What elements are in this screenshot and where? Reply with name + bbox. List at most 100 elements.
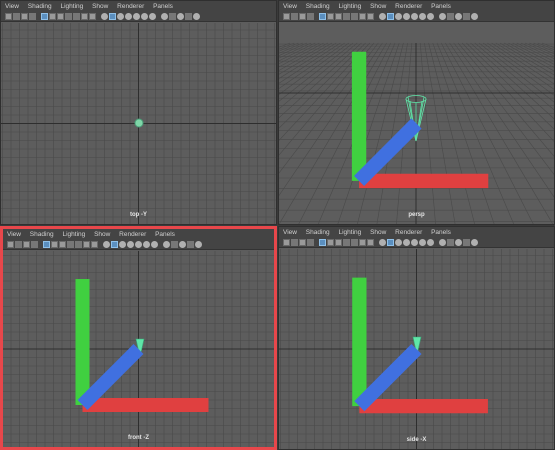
menu-lighting[interactable]: Lighting [62, 231, 85, 238]
camera-icon[interactable] [283, 13, 290, 20]
camera-icon[interactable] [5, 13, 12, 20]
film-gate-icon[interactable] [49, 13, 56, 20]
anti-alias-icon[interactable] [185, 13, 192, 20]
default-material-icon[interactable] [395, 239, 402, 246]
resolution-gate-icon[interactable] [335, 13, 342, 20]
gate-mask-icon[interactable] [65, 13, 72, 20]
isolate-icon[interactable] [439, 239, 446, 246]
xray-icon[interactable] [149, 13, 156, 20]
screen-space-ao-icon[interactable] [447, 239, 454, 246]
bookmark-icon[interactable] [21, 13, 28, 20]
wireframe-icon[interactable] [101, 13, 108, 20]
grid-icon[interactable] [41, 13, 48, 20]
screen-space-ao-icon[interactable] [169, 13, 176, 20]
menu-show[interactable]: Show [370, 3, 386, 10]
safe-action-icon[interactable] [81, 13, 88, 20]
menu-renderer[interactable]: Renderer [119, 231, 146, 238]
field-chart-icon[interactable] [75, 241, 82, 248]
depth-of-field-icon[interactable] [193, 13, 200, 20]
shadows-icon[interactable] [419, 239, 426, 246]
panel-front[interactable]: View Shading Lighting Show Renderer Pane… [0, 226, 277, 450]
isolate-icon[interactable] [439, 13, 446, 20]
grid-icon[interactable] [319, 239, 326, 246]
menu-renderer[interactable]: Renderer [395, 229, 422, 236]
menu-shading[interactable]: Shading [30, 231, 54, 238]
menu-panels[interactable]: Panels [431, 3, 451, 10]
depth-of-field-icon[interactable] [471, 239, 478, 246]
depth-of-field-icon[interactable] [471, 13, 478, 20]
textured-icon[interactable] [403, 13, 410, 20]
wireframe-icon[interactable] [379, 13, 386, 20]
safe-action-icon[interactable] [359, 239, 366, 246]
viewport-top[interactable]: top -Y [1, 23, 276, 224]
textured-icon[interactable] [403, 239, 410, 246]
wireframe-icon[interactable] [379, 239, 386, 246]
motion-blur-icon[interactable] [455, 239, 462, 246]
menu-show[interactable]: Show [92, 3, 108, 10]
menu-panels[interactable]: Panels [155, 231, 175, 238]
textured-icon[interactable] [125, 13, 132, 20]
cone-object[interactable] [134, 118, 144, 128]
isolate-icon[interactable] [161, 13, 168, 20]
viewport-persp[interactable]: persp [279, 23, 554, 224]
gate-mask-icon[interactable] [343, 239, 350, 246]
motion-blur-icon[interactable] [455, 13, 462, 20]
grid-icon[interactable] [43, 241, 50, 248]
smooth-shade-icon[interactable] [387, 239, 394, 246]
gate-mask-icon[interactable] [343, 13, 350, 20]
safe-action-icon[interactable] [83, 241, 90, 248]
motion-blur-icon[interactable] [179, 241, 186, 248]
shadows-icon[interactable] [419, 13, 426, 20]
shadows-icon[interactable] [141, 13, 148, 20]
gate-mask-icon[interactable] [67, 241, 74, 248]
menu-shading[interactable]: Shading [306, 229, 330, 236]
menu-view[interactable]: View [283, 3, 297, 10]
menu-shading[interactable]: Shading [306, 3, 330, 10]
panel-side[interactable]: View Shading Lighting Show Renderer Pane… [278, 226, 555, 450]
viewport-front[interactable]: front -Z [3, 251, 274, 447]
textured-icon[interactable] [127, 241, 134, 248]
safe-title-icon[interactable] [367, 239, 374, 246]
menu-panels[interactable]: Panels [153, 3, 173, 10]
wireframe-icon[interactable] [103, 241, 110, 248]
menu-lighting[interactable]: Lighting [60, 3, 83, 10]
viewport-side[interactable]: side -X [279, 249, 554, 449]
film-gate-icon[interactable] [51, 241, 58, 248]
film-gate-icon[interactable] [327, 13, 334, 20]
anti-alias-icon[interactable] [463, 239, 470, 246]
camera-attr-icon[interactable] [291, 239, 298, 246]
xray-icon[interactable] [427, 13, 434, 20]
grid-icon[interactable] [319, 13, 326, 20]
smooth-shade-icon[interactable] [109, 13, 116, 20]
image-plane-icon[interactable] [307, 13, 314, 20]
panel-top[interactable]: View Shading Lighting Show Renderer Pane… [0, 0, 277, 225]
safe-title-icon[interactable] [89, 13, 96, 20]
screen-space-ao-icon[interactable] [447, 13, 454, 20]
safe-title-icon[interactable] [367, 13, 374, 20]
bookmark-icon[interactable] [299, 239, 306, 246]
default-material-icon[interactable] [117, 13, 124, 20]
default-material-icon[interactable] [119, 241, 126, 248]
resolution-gate-icon[interactable] [59, 241, 66, 248]
anti-alias-icon[interactable] [463, 13, 470, 20]
field-chart-icon[interactable] [351, 13, 358, 20]
camera-attr-icon[interactable] [13, 13, 20, 20]
xray-icon[interactable] [427, 239, 434, 246]
image-plane-icon[interactable] [29, 13, 36, 20]
menu-show[interactable]: Show [370, 229, 386, 236]
menu-show[interactable]: Show [94, 231, 110, 238]
motion-blur-icon[interactable] [177, 13, 184, 20]
lights-icon[interactable] [133, 13, 140, 20]
bookmark-icon[interactable] [299, 13, 306, 20]
menu-renderer[interactable]: Renderer [395, 3, 422, 10]
image-plane-icon[interactable] [31, 241, 38, 248]
screen-space-ao-icon[interactable] [171, 241, 178, 248]
depth-of-field-icon[interactable] [195, 241, 202, 248]
image-plane-icon[interactable] [307, 239, 314, 246]
menu-view[interactable]: View [7, 231, 21, 238]
default-material-icon[interactable] [395, 13, 402, 20]
lights-icon[interactable] [135, 241, 142, 248]
isolate-icon[interactable] [163, 241, 170, 248]
safe-title-icon[interactable] [91, 241, 98, 248]
smooth-shade-icon[interactable] [387, 13, 394, 20]
